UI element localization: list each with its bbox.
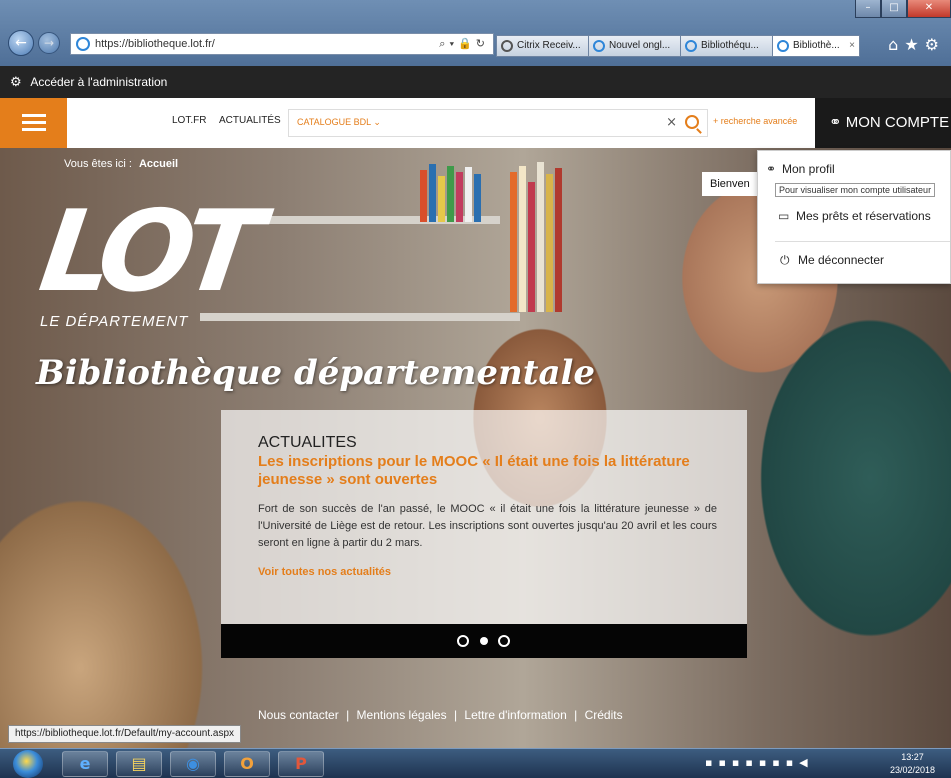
tab-bibliotheque-1[interactable]: Bibliothéqu...: [680, 35, 776, 57]
minimize-button[interactable]: –: [855, 0, 881, 18]
menu-item-loans[interactable]: ▭ Mes prêts et réservations: [778, 209, 931, 223]
tab-label: Bibliothéqu...: [701, 40, 759, 51]
footer-link-newsletter[interactable]: Lettre d'information: [464, 708, 566, 722]
welcome-label: Bienven: [702, 172, 758, 196]
menu-item-label: Me déconnecter: [798, 253, 885, 267]
search-box[interactable]: CATALOGUE BDL ⌄ ×: [288, 109, 708, 137]
taskbar-outlook-icon[interactable]: ◉: [170, 751, 216, 777]
nav-link-lotfr[interactable]: LOT.FR: [172, 115, 206, 126]
news-body: Fort de son succès de l'an passé, le MOO…: [258, 503, 717, 549]
close-window-button[interactable]: ✕: [907, 0, 951, 18]
site-title: Bibliothèque départementale: [36, 353, 596, 393]
menu-item-logout[interactable]: ⏻ Me déconnecter: [780, 253, 885, 267]
tab-label: Citrix Receiv...: [517, 40, 581, 51]
menu-item-profile[interactable]: ⚭ Mon profil: [766, 162, 835, 176]
search-scope-select[interactable]: CATALOGUE BDL ⌄: [297, 117, 381, 128]
tab-new[interactable]: Nouvel ongl...: [588, 35, 684, 57]
lot-logo[interactable]: LOT: [33, 187, 260, 317]
breadcrumb-current[interactable]: Accueil: [139, 158, 178, 170]
account-dropdown: ⚭ Mon profil Pour visualiser mon compte …: [757, 150, 951, 284]
logo-subtitle: LE DÉPARTEMENT: [40, 313, 189, 330]
news-card: ACTUALITES Les inscriptions pour le MOOC…: [221, 410, 747, 624]
hamburger-icon: [22, 128, 46, 131]
ie-icon: [685, 40, 697, 52]
all-news-link[interactable]: Voir toutes nos actualités: [258, 566, 717, 578]
footer-separator: |: [574, 708, 578, 722]
browser-chrome: – □ ✕ ← → https://bibliotheque.lot.fr/ ⌕…: [0, 0, 951, 66]
menu-divider: [775, 241, 950, 242]
breadcrumb: Vous êtes ici : Accueil: [64, 158, 178, 170]
admin-bar[interactable]: ⚙ Accéder à l'administration: [0, 66, 951, 98]
tab-label: Bibliothè...: [793, 40, 840, 51]
browser-toolbar-icons[interactable]: ⌂★⚙: [888, 35, 945, 54]
books-decoration: [510, 162, 600, 312]
address-tools-icons[interactable]: ⌕▾🔒↻: [439, 34, 489, 54]
books-decoration: [420, 162, 490, 222]
admin-link[interactable]: Accéder à l'administration: [30, 75, 167, 89]
window-controls: – □ ✕: [855, 0, 951, 18]
menu-item-label: Mes prêts et réservations: [796, 209, 931, 223]
profile-tooltip: Pour visualiser mon compte utilisateur: [775, 183, 936, 197]
taskbar-ie-icon[interactable]: e: [62, 751, 108, 777]
footer-links: Nous contacter | Mentions légales | Lett…: [258, 708, 627, 722]
taskbar-app-icon[interactable]: O: [224, 751, 270, 777]
tab-label: Nouvel ongl...: [609, 40, 671, 51]
advanced-search-link[interactable]: + recherche avancée: [713, 116, 797, 126]
hamburger-icon: [22, 121, 46, 124]
citrix-icon: [501, 40, 513, 52]
folder-icon: ▭: [778, 209, 790, 223]
ie-page-icon: [76, 37, 90, 51]
status-bar-url: https://bibliotheque.lot.fr/Default/my-a…: [8, 725, 242, 743]
clear-search-icon[interactable]: ×: [666, 115, 677, 130]
clock-date: 23/02/2018: [890, 765, 936, 775]
address-bar[interactable]: https://bibliotheque.lot.fr/ ⌕▾🔒↻: [70, 33, 494, 55]
taskbar-powerpoint-icon[interactable]: P: [278, 751, 324, 777]
menu-item-label: Mon profil: [782, 162, 835, 176]
clock[interactable]: 13:27 23/02/2018: [890, 751, 935, 777]
carousel-dot-3[interactable]: [498, 635, 510, 647]
user-icon: ⚭: [829, 114, 842, 131]
windows-taskbar: e ▤ ◉ O P ▪▪▪▪▪▪▪◀ 13:27 23/02/2018: [0, 748, 951, 778]
nav-link-actualites[interactable]: ACTUALITÉS: [219, 115, 281, 126]
footer-separator: |: [346, 708, 350, 722]
tab-close-icon[interactable]: ×: [849, 36, 855, 56]
breadcrumb-prefix: Vous êtes ici :: [64, 158, 132, 170]
site-header: LOT.FR ACTUALITÉS CATALOGUE BDL ⌄ × + re…: [0, 98, 951, 148]
user-icon: ⚭: [766, 162, 777, 176]
hamburger-icon: [22, 114, 46, 117]
maximize-button[interactable]: □: [881, 0, 907, 18]
account-label: MON COMPTE: [845, 114, 950, 131]
ie-icon: [777, 40, 789, 52]
footer-link-contact[interactable]: Nous contacter: [258, 708, 339, 722]
news-title[interactable]: Les inscriptions pour le MOOC « Il était…: [258, 453, 717, 489]
tab-citrix[interactable]: Citrix Receiv...: [496, 35, 592, 57]
ie-icon: [593, 40, 605, 52]
shelf-decoration: [200, 313, 520, 321]
browser-nav-row: ← → https://bibliotheque.lot.fr/ ⌕▾🔒↻ Ci…: [0, 26, 951, 62]
system-tray-icons[interactable]: ▪▪▪▪▪▪▪◀: [705, 756, 814, 769]
back-button[interactable]: ←: [8, 30, 34, 56]
footer-link-credits[interactable]: Crédits: [585, 708, 623, 722]
account-button[interactable]: ⚭ MON COMPTE: [815, 98, 951, 148]
footer-separator: |: [453, 708, 458, 722]
clock-time: 13:27: [901, 752, 924, 762]
gear-icon: ⚙: [10, 74, 22, 89]
carousel-pager: [221, 624, 747, 658]
footer-link-mentions[interactable]: Mentions légales: [357, 708, 447, 722]
tab-bibliotheque-active[interactable]: Bibliothè... ×: [772, 35, 860, 57]
taskbar-explorer-icon[interactable]: ▤: [116, 751, 162, 777]
search-icon[interactable]: [685, 115, 699, 129]
start-button[interactable]: [13, 750, 43, 778]
carousel-dot-2-active[interactable]: [480, 637, 488, 645]
menu-button[interactable]: [0, 98, 67, 148]
forward-button[interactable]: →: [38, 32, 60, 54]
news-kicker: ACTUALITES: [258, 434, 357, 451]
address-url: https://bibliotheque.lot.fr/: [95, 38, 215, 50]
carousel-dot-1[interactable]: [457, 635, 469, 647]
power-icon: ⏻: [780, 253, 790, 267]
